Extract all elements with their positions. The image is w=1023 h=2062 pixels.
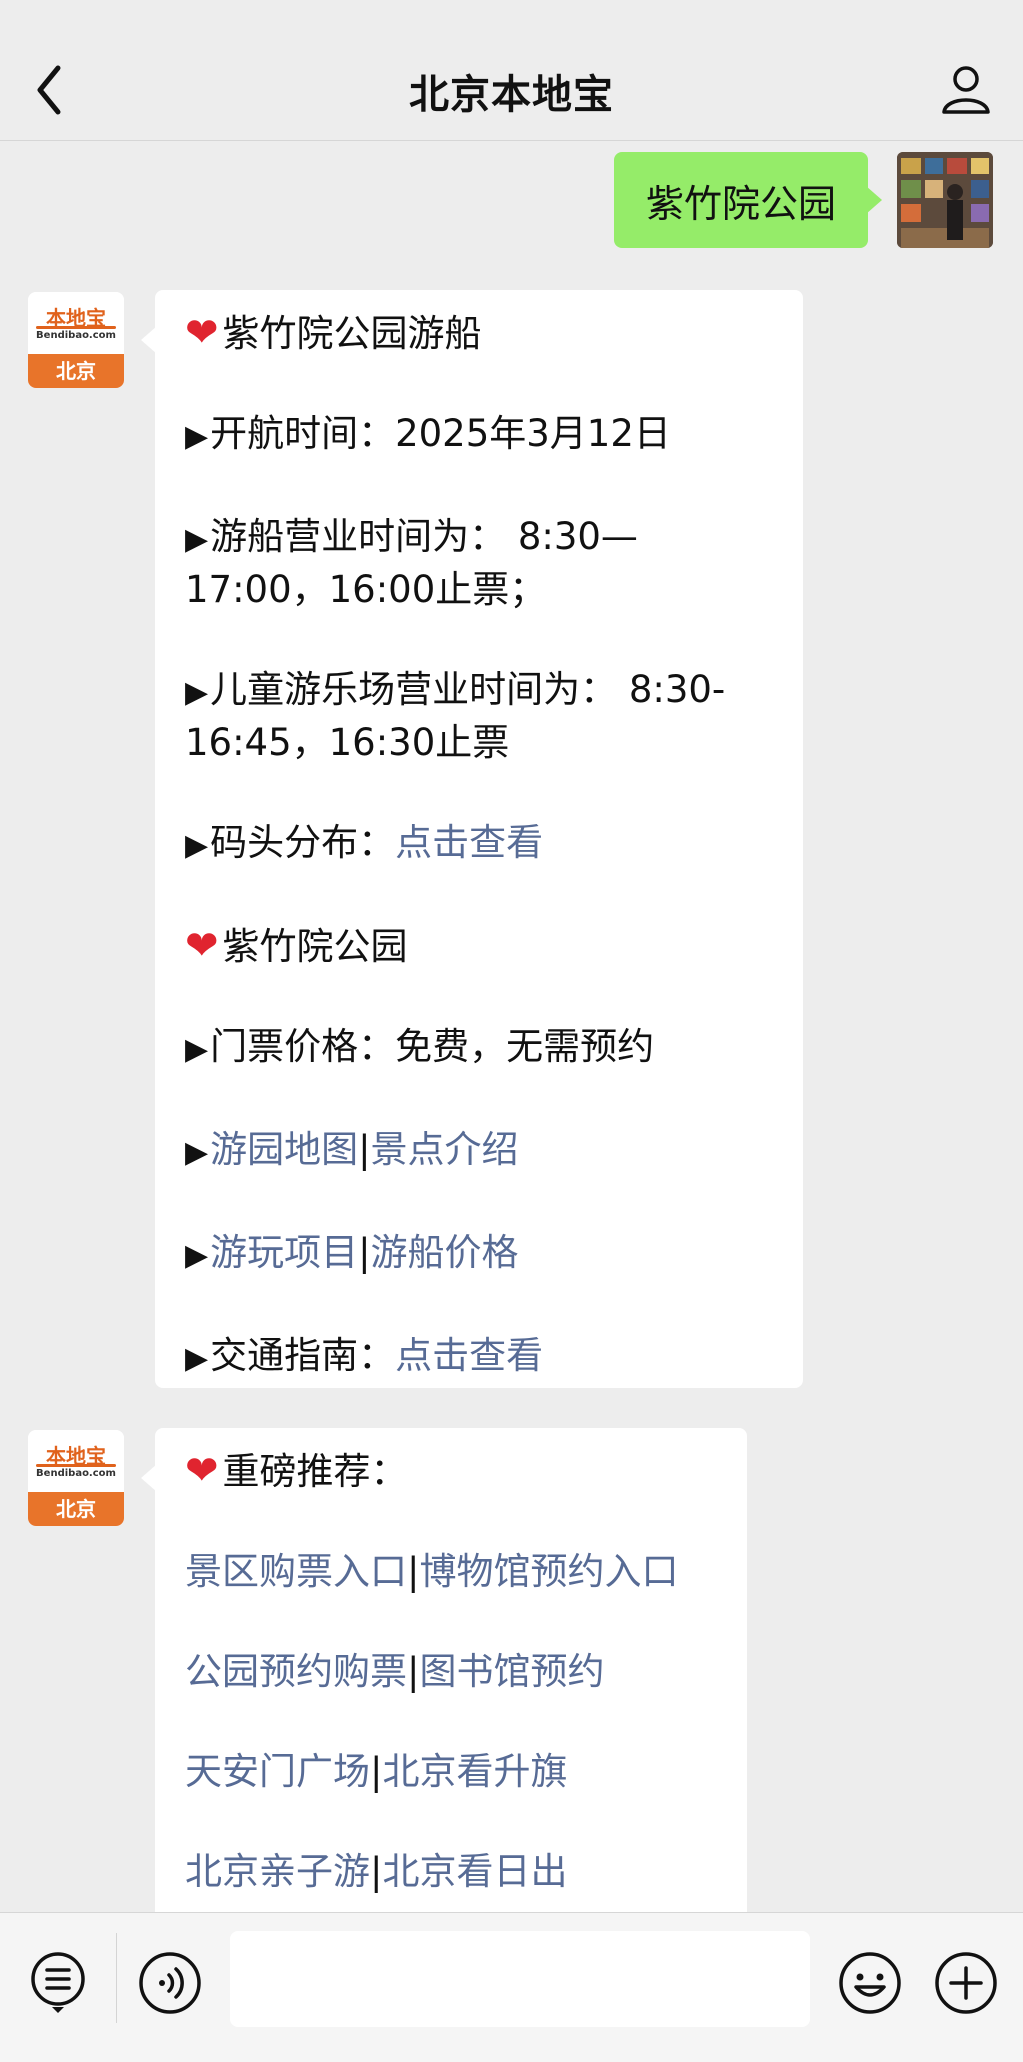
scenic-ticket-link[interactable]: 景区购票入口 [185,1550,407,1593]
incoming-message-2: ❤ 重磅推荐： 景区购票入口|博物馆预约入口 公园预约购票|图书馆预约 天安门广场… [141,1428,747,1948]
flag-raising-link[interactable]: 北京看升旗 [382,1750,567,1793]
triangle-bullet-icon: ▶ [185,1341,209,1376]
museum-booking-link[interactable]: 博物馆预约入口 [419,1550,678,1593]
menu-list-icon[interactable] [28,1951,92,2015]
incoming-message-1: ❤ 紫竹院公园游船 ▶开航时间：2025年3月12日 ▶游船营业时间为： 8:30… [141,290,803,1388]
message-input[interactable] [230,1931,810,2027]
recommend-row: 景区购票入口|博物馆预约入口 [185,1550,679,1593]
boat-price-link[interactable]: 游船价格 [371,1231,519,1274]
outgoing-message-text: 紫竹院公园 [645,181,836,226]
official-account-avatar[interactable]: 本地宝 Bendibao.com 北京 [28,1430,124,1526]
heart-icon: ❤ [185,310,219,356]
recommend-row: 北京亲子游|北京看日出 [185,1850,568,1893]
user-icon[interactable] [939,62,993,116]
boat-hours-line: ▶游船营业时间为： 8:30—17:00，16:00止票； [185,515,638,611]
park-map-link[interactable]: 游园地图 [210,1128,358,1171]
self-avatar[interactable] [897,152,993,248]
traffic-link[interactable]: 点击查看 [395,1334,543,1377]
play-items-link[interactable]: 游玩项目 [210,1231,358,1274]
family-trip-link[interactable]: 北京亲子游 [185,1850,370,1893]
outgoing-message[interactable]: 紫竹院公园 [613,152,883,248]
dock-link[interactable]: 点击查看 [395,821,543,864]
triangle-bullet-icon: ▶ [185,828,209,863]
avatar-site: Bendibao.com [36,1468,116,1479]
official-account-avatar[interactable]: 本地宝 Bendibao.com 北京 [28,292,124,388]
heart-icon: ❤ [185,923,219,969]
play-boatprice-line: ▶游玩项目|游船价格 [185,1231,519,1274]
triangle-bullet-icon: ▶ [185,419,209,454]
heading-park-boat: ❤ 紫竹院公园游船 [185,310,482,356]
input-bar [0,1912,1023,2062]
avatar-site: Bendibao.com [36,330,116,341]
triangle-bullet-icon: ▶ [185,1032,209,1067]
avatar-city: 北京 [28,354,124,388]
emoji-icon[interactable] [838,1951,902,2015]
open-date-line: ▶开航时间：2025年3月12日 [185,412,671,455]
recommend-row: 公园预约购票|图书馆预约 [185,1650,605,1693]
kids-hours-line: ▶儿童游乐场营业时间为： 8:30-16:45，16:30止票 [185,668,726,764]
recommend-row: 天安门广场|北京看升旗 [185,1750,568,1793]
chat-title: 北京本地宝 [409,72,614,118]
triangle-bullet-icon: ▶ [185,675,209,710]
avatar-city: 北京 [28,1492,124,1526]
sight-intro-link[interactable]: 景点介绍 [371,1128,519,1171]
triangle-bullet-icon: ▶ [185,1238,209,1273]
recommend-heading: ❤ 重磅推荐： [185,1448,408,1494]
park-booking-link[interactable]: 公园预约购票 [185,1650,407,1693]
ticket-line: ▶门票价格：免费，无需预约 [185,1025,655,1068]
triangle-bullet-icon: ▶ [185,1135,209,1170]
voice-icon[interactable] [138,1951,202,2015]
traffic-line: ▶交通指南：点击查看 [185,1334,544,1377]
triangle-bullet-icon: ▶ [185,522,209,557]
heading-park: ❤ 紫竹院公园 [185,923,408,969]
tiananmen-link[interactable]: 天安门广场 [185,1750,370,1793]
divider [116,1933,117,2023]
map-sight-line: ▶游园地图|景点介绍 [185,1128,519,1171]
plus-icon[interactable] [934,1951,998,2015]
heart-icon: ❤ [185,1448,219,1494]
library-booking-link[interactable]: 图书馆预约 [419,1650,604,1693]
dock-line: ▶码头分布：点击查看 [185,821,544,864]
chat-header: 北京本地宝 [0,0,1023,141]
sunrise-link[interactable]: 北京看日出 [382,1850,567,1893]
